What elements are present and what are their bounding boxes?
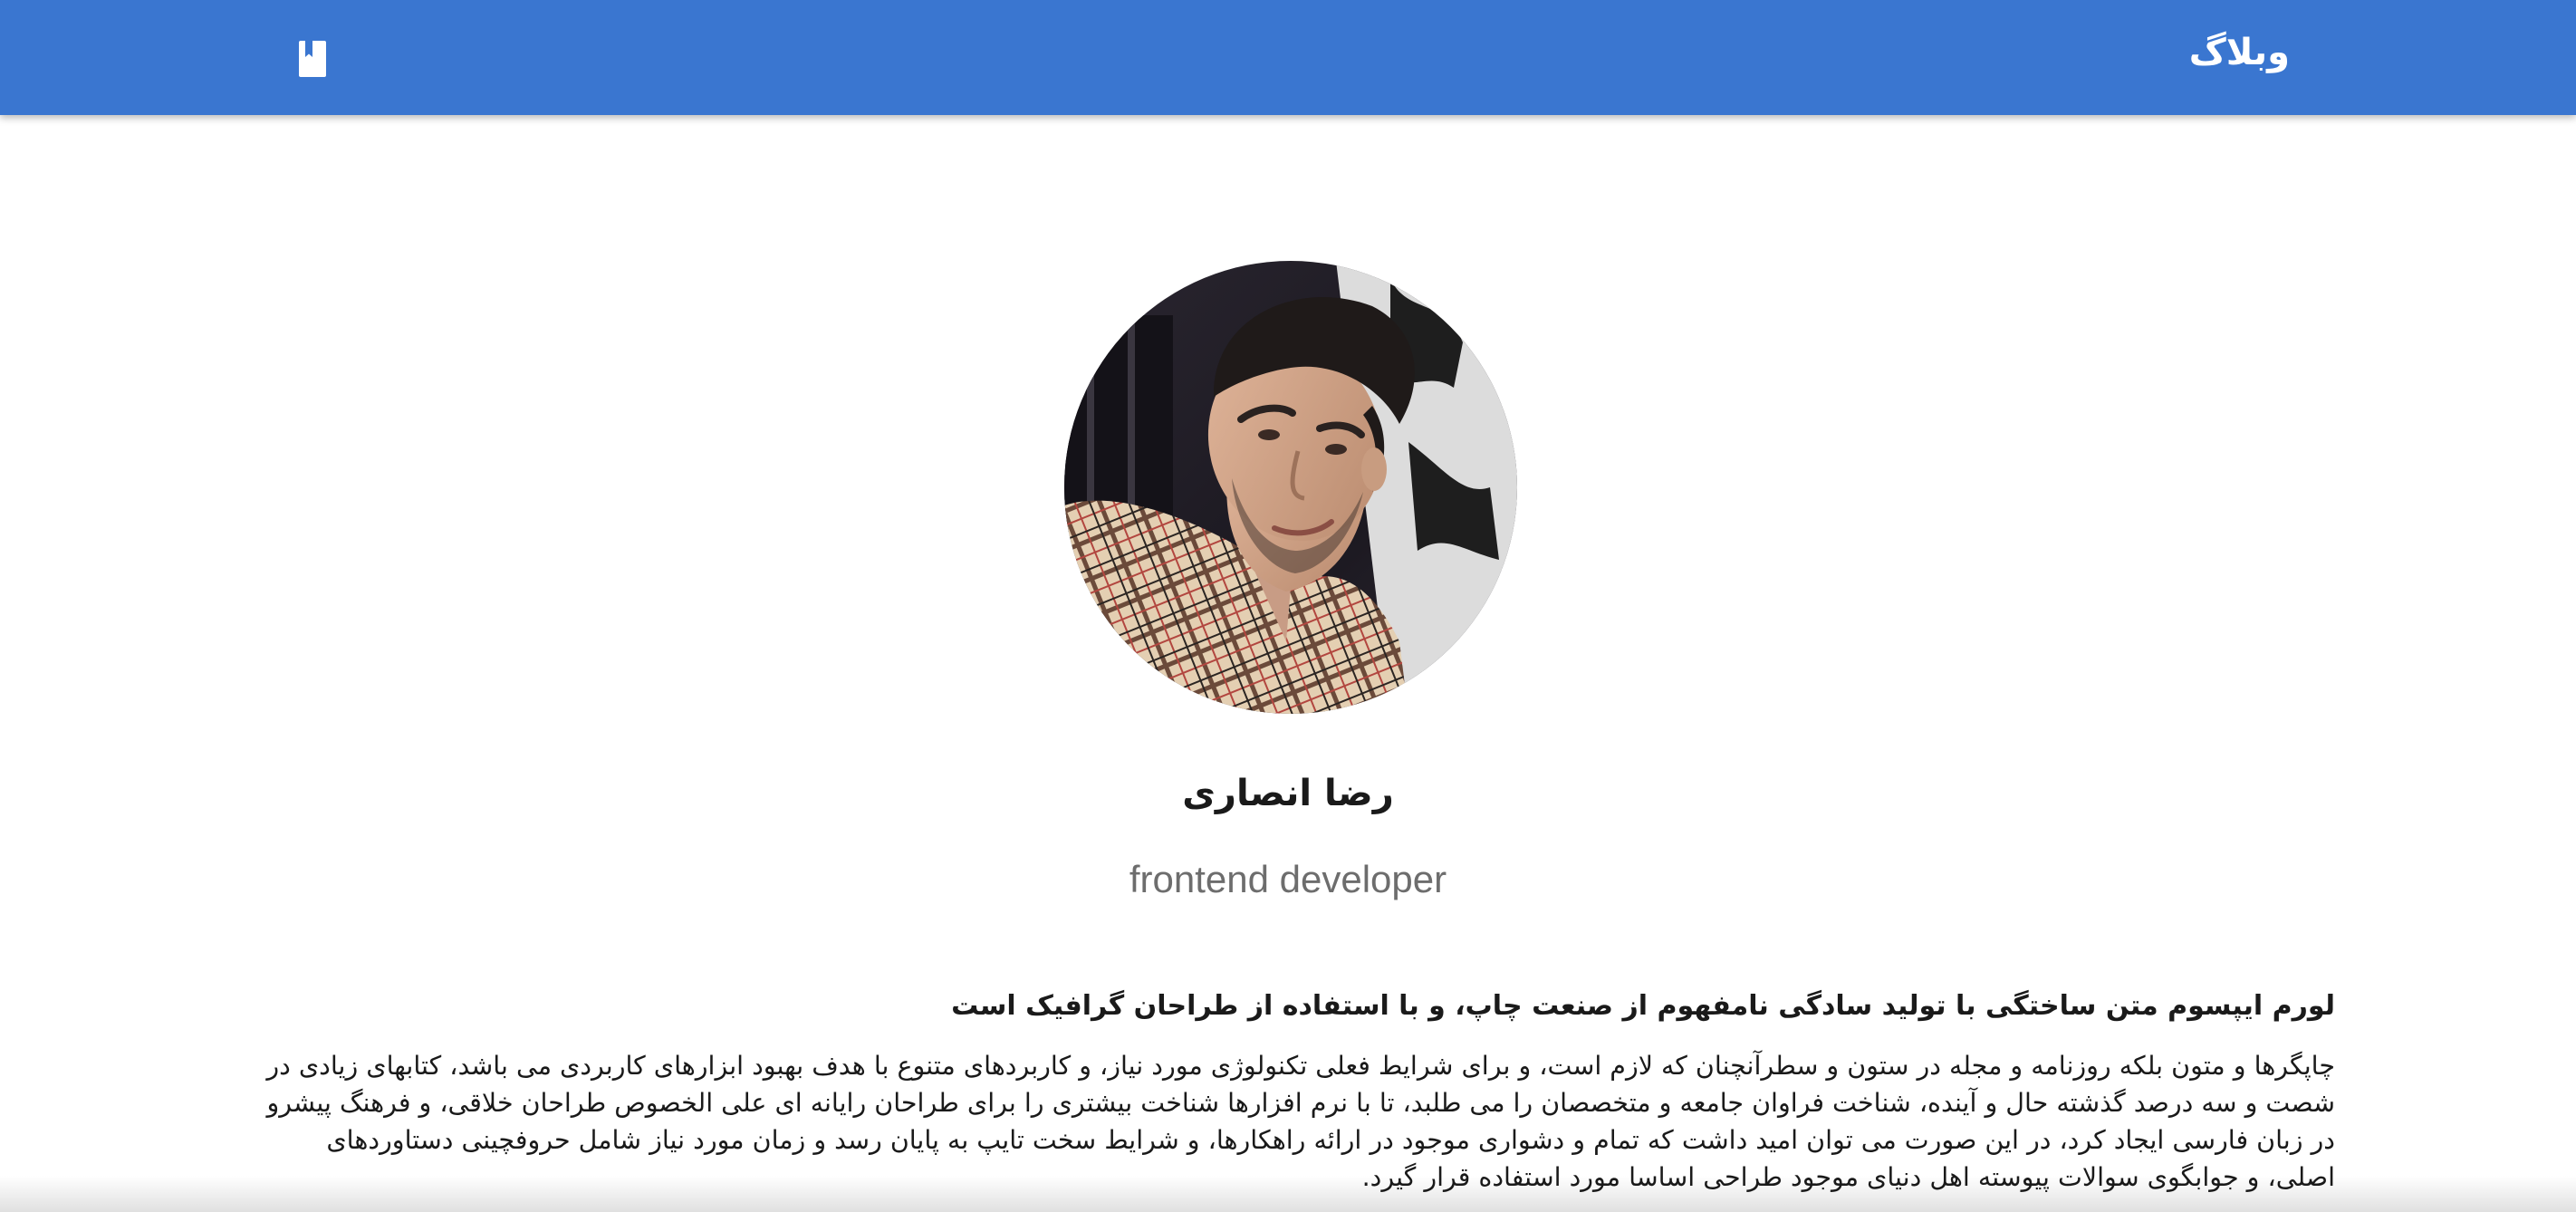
profile-role: frontend developer bbox=[1129, 858, 1447, 900]
brand-title[interactable]: وبلاگ bbox=[2189, 24, 2290, 82]
app-bar: وبلاگ bbox=[0, 0, 2576, 115]
profile-avatar bbox=[1064, 261, 1517, 714]
article: لورم ایپسوم متن ساختگی با تولید سادگی نا… bbox=[263, 984, 2335, 1196]
profile-name: رضا انصاری bbox=[1182, 773, 1394, 814]
article-body: چاپگرها و متون بلکه روزنامه و مجله در ست… bbox=[266, 1051, 2335, 1192]
article-lead: لورم ایپسوم متن ساختگی با تولید سادگی نا… bbox=[951, 990, 2335, 1022]
book-icon[interactable] bbox=[292, 34, 333, 83]
